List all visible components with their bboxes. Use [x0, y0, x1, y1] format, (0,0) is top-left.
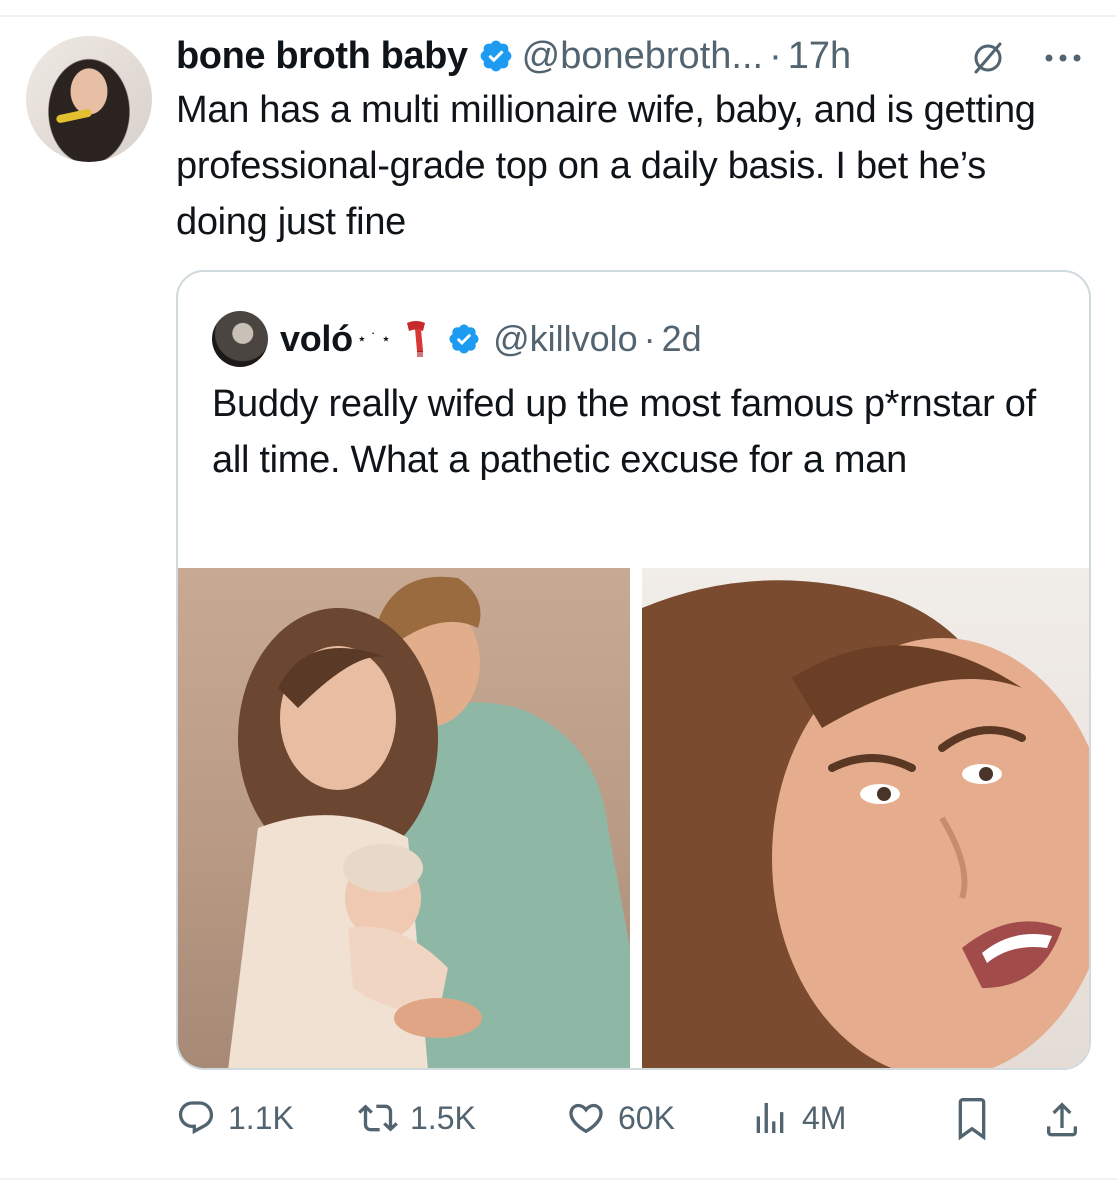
more-options-icon[interactable] — [1038, 38, 1088, 78]
media-photo-closeup[interactable] — [642, 568, 1089, 1068]
quoted-verified-badge-icon — [449, 324, 479, 354]
top-divider — [0, 15, 1117, 17]
views-count: 4M — [802, 1099, 847, 1136]
name-decoration: ⋆ ˙ ⋆ — [356, 331, 392, 348]
quoted-author-name[interactable]: voló — [280, 318, 353, 360]
verified-badge-icon — [480, 40, 512, 72]
bottom-divider — [0, 1178, 1117, 1180]
repost-count: 1.5K — [410, 1099, 476, 1136]
quoted-author-avatar[interactable] — [212, 311, 268, 367]
repost-button[interactable]: 1.5K — [358, 1088, 476, 1148]
media-photo-family[interactable] — [178, 568, 630, 1068]
time-separator: · — [769, 34, 782, 77]
author-name[interactable]: bone broth baby — [176, 35, 468, 78]
quoted-tweet-header: voló ⋆ ˙ ⋆ @killvolo · 2d — [212, 310, 702, 368]
closeup-photo-illustration — [642, 580, 1089, 1068]
views-chart-icon — [756, 1103, 784, 1133]
family-photo-illustration — [228, 576, 630, 1068]
tweet-header: bone broth baby @bonebroth... · 17h — [176, 26, 1096, 86]
share-icon[interactable] — [1042, 1088, 1082, 1148]
like-button[interactable]: 60K — [566, 1088, 675, 1148]
grok-icon[interactable] — [968, 38, 1008, 78]
author-avatar[interactable] — [26, 36, 152, 162]
quoted-media-grid — [178, 568, 1089, 1068]
action-bar: 1.1K 1.5K 60K 4M — [176, 1088, 1091, 1148]
reply-button[interactable]: 1.1K — [176, 1088, 294, 1148]
post-time[interactable]: 17h — [788, 35, 851, 78]
quoted-tweet-text: Buddy really wifed up the most famous p*… — [212, 383, 1036, 481]
quoted-tweet[interactable]: voló ⋆ ˙ ⋆ @killvolo · 2d Buddy really w… — [176, 270, 1091, 1070]
bookmark-icon[interactable] — [952, 1088, 992, 1148]
reply-icon — [178, 1101, 214, 1135]
media-gap — [630, 568, 642, 1068]
avatar-microphone — [55, 108, 93, 124]
author-handle[interactable]: @bonebroth... — [522, 35, 763, 78]
like-count: 60K — [618, 1099, 675, 1136]
quoted-time-separator: · — [643, 318, 656, 359]
quoted-author-handle[interactable]: @killvolo — [493, 318, 638, 360]
repost-icon — [358, 1104, 398, 1132]
views-button[interactable]: 4M — [750, 1088, 846, 1148]
tweet-text: Man has a multi millionaire wife, baby, … — [176, 89, 1036, 243]
scarf-icon — [407, 321, 426, 358]
quoted-post-time[interactable]: 2d — [662, 318, 702, 360]
reply-count: 1.1K — [228, 1099, 294, 1136]
heart-icon — [569, 1103, 603, 1134]
